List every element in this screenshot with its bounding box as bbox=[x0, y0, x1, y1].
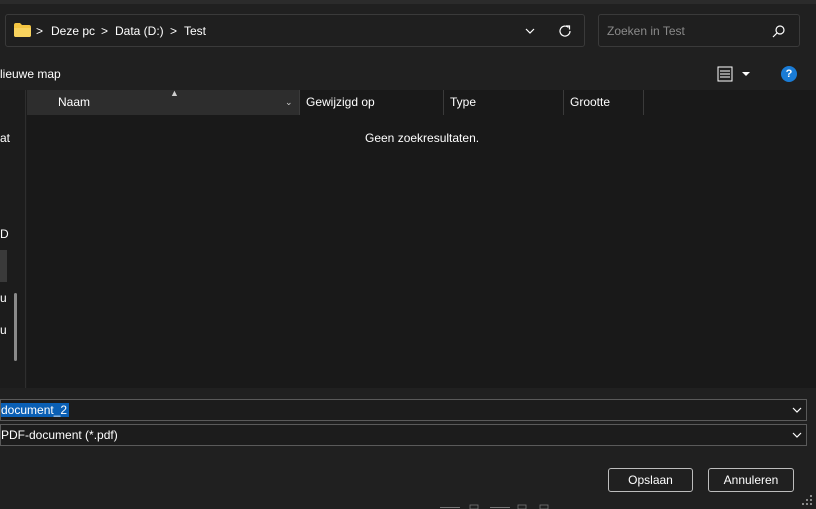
help-button[interactable]: ? bbox=[781, 66, 797, 82]
filetype-select[interactable]: PDF-document (*.pdf) bbox=[0, 424, 807, 446]
chevron-down-icon[interactable] bbox=[791, 405, 803, 415]
background-window-edge bbox=[440, 504, 549, 509]
column-divider[interactable] bbox=[563, 90, 564, 115]
chevron-down-icon[interactable] bbox=[522, 23, 538, 39]
file-list: ▲ Naam ⌄ Gewijzigd op Type Grootte Geen … bbox=[27, 88, 816, 388]
column-header-name[interactable]: ▲ Naam ⌄ bbox=[27, 88, 299, 115]
filetype-value: PDF-document (*.pdf) bbox=[1, 428, 118, 442]
cancel-button[interactable]: Annuleren bbox=[708, 468, 794, 492]
command-bar: lieuwe map ? bbox=[0, 58, 816, 90]
column-header-modified[interactable]: Gewijzigd op bbox=[306, 90, 443, 115]
list-view-icon[interactable] bbox=[716, 66, 756, 82]
column-divider[interactable] bbox=[643, 90, 644, 115]
column-divider[interactable] bbox=[299, 90, 300, 115]
nav-item[interactable]: u bbox=[0, 291, 7, 305]
nav-item[interactable]: u bbox=[0, 323, 7, 337]
resize-grip-icon[interactable] bbox=[801, 494, 813, 506]
nav-selected-item[interactable] bbox=[0, 250, 7, 282]
column-divider[interactable] bbox=[443, 90, 444, 115]
breadcrumb-deze-pc[interactable]: Deze pc bbox=[51, 24, 95, 38]
folder-icon bbox=[14, 23, 31, 37]
breadcrumb-separator: > bbox=[101, 24, 109, 38]
filename-field[interactable]: document_2 bbox=[0, 399, 807, 421]
filename-value[interactable]: document_2 bbox=[1, 403, 70, 417]
chevron-down-icon[interactable] bbox=[791, 430, 803, 440]
refresh-icon[interactable] bbox=[557, 23, 573, 39]
empty-results-message: Geen zoekresultaten. bbox=[365, 131, 480, 145]
navigation-pane: at D u u bbox=[0, 90, 26, 388]
search-icon[interactable] bbox=[771, 24, 786, 39]
top-edge bbox=[0, 0, 816, 4]
search-input[interactable] bbox=[607, 22, 767, 40]
breadcrumb-data-d[interactable]: Data (D:) bbox=[115, 24, 164, 38]
top-bar: > Deze pc > Data (D:) > Test bbox=[0, 0, 816, 58]
address-bar[interactable]: > Deze pc > Data (D:) > Test bbox=[5, 14, 585, 47]
search-box bbox=[598, 14, 800, 47]
save-button[interactable]: Opslaan bbox=[608, 468, 693, 492]
breadcrumb-separator: > bbox=[36, 24, 44, 38]
chevron-down-icon[interactable]: ⌄ bbox=[285, 90, 293, 115]
column-header-name-label: Naam bbox=[58, 95, 91, 109]
column-header-type[interactable]: Type bbox=[450, 90, 563, 115]
breadcrumb-separator: > bbox=[170, 24, 178, 38]
save-panel: document_2 PDF-document (*.pdf) Opslaan … bbox=[0, 388, 816, 509]
breadcrumb-test[interactable]: Test bbox=[184, 24, 206, 38]
column-header-size[interactable]: Grootte bbox=[570, 90, 643, 115]
nav-item[interactable]: at bbox=[0, 131, 10, 145]
column-headers: ▲ Naam ⌄ Gewijzigd op Type Grootte bbox=[27, 88, 816, 115]
nav-scrollbar[interactable] bbox=[14, 293, 17, 361]
new-folder-button[interactable]: lieuwe map bbox=[0, 67, 61, 81]
sort-ascending-icon: ▲ bbox=[170, 88, 179, 98]
nav-item[interactable]: D bbox=[0, 227, 9, 241]
